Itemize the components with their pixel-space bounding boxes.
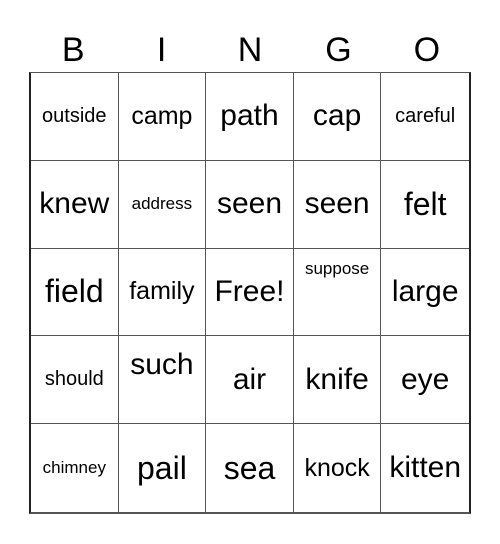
bingo-grid: outside camp path cap careful knew addre… [29, 72, 471, 514]
bingo-cell[interactable]: felt [381, 161, 469, 249]
header-letter-i: I [156, 31, 167, 69]
bingo-cell[interactable]: family [118, 248, 207, 337]
bingo-cell[interactable]: path [206, 73, 294, 161]
bingo-cell[interactable]: chimney [31, 424, 119, 512]
bingo-cell[interactable]: should [31, 336, 119, 425]
bingo-cell[interactable]: sea [206, 424, 294, 512]
bingo-cell[interactable]: suppose [293, 248, 382, 337]
bingo-cell[interactable]: cap [293, 73, 382, 161]
bingo-cell[interactable]: field [31, 248, 119, 337]
free-space-cell[interactable]: Free! [206, 248, 294, 337]
bingo-cell[interactable]: such [118, 336, 207, 425]
header-letter-b: B [61, 31, 85, 69]
bingo-cell[interactable]: outside [31, 73, 119, 161]
bingo-header: B I N G O [29, 28, 471, 72]
bingo-cell[interactable]: pail [119, 424, 207, 512]
bingo-cell[interactable]: kitten [381, 424, 469, 512]
bingo-cell[interactable]: large [381, 249, 469, 337]
bingo-cell[interactable]: knew [31, 160, 119, 249]
bingo-cell[interactable]: seen [293, 160, 382, 249]
bingo-cell[interactable]: knock [294, 424, 382, 512]
header-letter-o: O [413, 31, 441, 69]
bingo-cell[interactable]: eye [381, 336, 469, 425]
bingo-cell[interactable]: address [118, 160, 207, 249]
bingo-cell[interactable]: knife [293, 336, 382, 425]
header-letter-g: G [325, 31, 352, 69]
bingo-cell[interactable]: air [206, 336, 294, 425]
header-letter-n: N [237, 31, 263, 69]
bingo-cell[interactable]: seen [206, 160, 294, 249]
bingo-cell[interactable]: careful [381, 73, 469, 161]
bingo-cell[interactable]: camp [118, 73, 207, 161]
